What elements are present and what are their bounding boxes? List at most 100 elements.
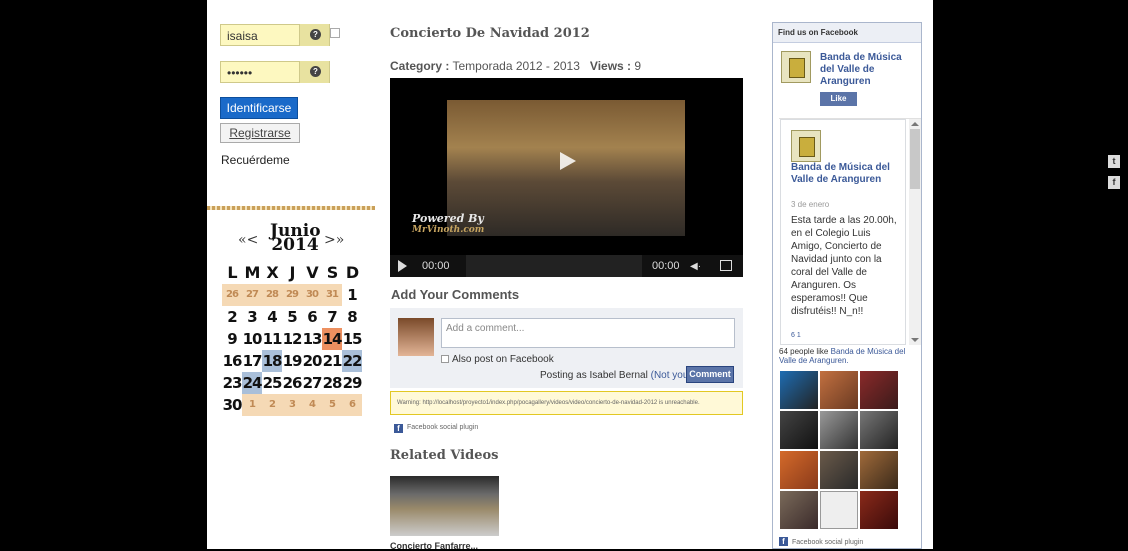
fan-avatar[interactable] <box>860 491 898 529</box>
calendar-day-today[interactable]: 14 <box>322 328 342 350</box>
play-icon[interactable] <box>398 260 407 272</box>
calendar-day[interactable]: 11 <box>262 328 283 350</box>
comments-heading: Add Your Comments <box>391 287 520 302</box>
calendar-day[interactable]: 12 <box>282 328 303 350</box>
scroll-down-icon[interactable] <box>911 338 919 342</box>
also-post-checkbox[interactable] <box>441 355 449 363</box>
calendar-day[interactable]: 3 <box>282 394 302 416</box>
calendar-day[interactable]: 2 <box>222 306 242 328</box>
fan-avatar[interactable] <box>780 411 818 449</box>
fullscreen-icon[interactable] <box>720 260 732 271</box>
calendar-day[interactable]: 21 <box>322 350 343 372</box>
calendar-day[interactable]: 4 <box>302 394 322 416</box>
calendar-day[interactable]: 29 <box>342 372 363 394</box>
calendar-day[interactable]: 7 <box>322 306 342 328</box>
calendar-day[interactable]: 16 <box>222 350 243 372</box>
calendar-day-event[interactable]: 18 <box>262 350 282 372</box>
post-date[interactable]: 3 de enero <box>791 200 829 209</box>
calendar-day[interactable]: 30 <box>222 394 243 416</box>
remember-checkbox-top[interactable] <box>330 28 340 38</box>
current-time: 00:00 <box>422 260 450 272</box>
watermark-url: MrVinoth.com <box>412 225 485 235</box>
page-logo[interactable] <box>781 51 811 83</box>
calendar-day[interactable]: 31 <box>322 284 342 306</box>
calendar-day[interactable]: 27 <box>242 284 262 306</box>
post-reactions[interactable]: 6 1 <box>791 332 801 339</box>
scroll-up-icon[interactable] <box>911 122 919 126</box>
fan-avatar[interactable] <box>860 451 898 489</box>
calendar-day[interactable]: 1 <box>342 284 362 306</box>
feed-post: Banda de Música del Valle de Aranguren 3… <box>780 119 906 345</box>
fb-comment-box: Add a comment... Also post on Facebook P… <box>390 308 743 388</box>
calendar-day[interactable]: 23 <box>222 372 243 394</box>
also-post-option[interactable]: Also post on Facebook <box>441 354 554 365</box>
post-author-logo[interactable] <box>791 130 821 162</box>
calendar-day[interactable]: 3 <box>242 306 262 328</box>
calendar-day[interactable]: 9 <box>222 328 242 350</box>
comment-input[interactable]: Add a comment... <box>441 318 735 348</box>
calendar-day[interactable]: 29 <box>282 284 302 306</box>
calendar-day-event[interactable]: 24 <box>242 372 262 394</box>
calendar-day[interactable]: 13 <box>302 328 323 350</box>
calendar-day[interactable]: 20 <box>302 350 323 372</box>
calendar-day[interactable]: 2 <box>262 394 282 416</box>
calendar-day[interactable]: 28 <box>322 372 343 394</box>
volume-icon[interactable]: ◀· <box>690 261 701 272</box>
page-name-link[interactable]: Banda de Música del Valle de Aranguren <box>820 52 918 88</box>
fan-avatar[interactable] <box>780 491 818 529</box>
fan-avatar[interactable] <box>820 371 858 409</box>
calendar-day[interactable]: 1 <box>242 394 262 416</box>
calendar-day[interactable]: 5 <box>282 306 302 328</box>
calendar-year: 2014 <box>271 235 319 255</box>
calendar-next-button[interactable]: >» <box>324 232 344 248</box>
fan-avatar[interactable] <box>780 371 818 409</box>
comment-button[interactable]: Comment <box>686 366 734 383</box>
fans-count: 64 people like Banda de Música del Valle… <box>779 347 921 365</box>
calendar-day[interactable]: 26 <box>282 372 303 394</box>
calendar-day[interactable]: 10 <box>242 328 263 350</box>
post-author[interactable]: Banda de Música del Valle de Aranguren <box>791 162 891 186</box>
fan-avatar[interactable] <box>820 491 858 529</box>
like-button[interactable]: Like <box>820 92 857 106</box>
login-button[interactable]: Identificarse <box>220 97 298 119</box>
seek-bar[interactable] <box>466 255 642 277</box>
fan-avatar[interactable] <box>860 411 898 449</box>
video-player[interactable]: Powered By MrVinoth.com 00:00 00:00 ◀· <box>390 78 743 277</box>
fan-avatar[interactable] <box>820 451 858 489</box>
calendar-prev-button[interactable]: «< <box>238 232 258 248</box>
register-button[interactable]: Registrarse <box>220 123 300 143</box>
fb-plugin-label: f Facebook social plugin <box>779 537 863 546</box>
calendar-day[interactable]: 6 <box>342 394 362 416</box>
fan-avatar[interactable] <box>780 451 818 489</box>
fan-avatar[interactable] <box>820 411 858 449</box>
calendar-day[interactable]: 15 <box>342 328 363 350</box>
calendar-day[interactable]: 30 <box>302 284 322 306</box>
calendar-day[interactable]: 8 <box>342 306 362 328</box>
related-video-caption[interactable]: Concierto Fanfarre... <box>390 541 478 551</box>
twitter-share-icon[interactable]: t <box>1108 155 1120 168</box>
username-field[interactable]: isaisa ? <box>220 24 330 46</box>
watermark: Powered By MrVinoth.com <box>412 212 484 235</box>
related-video-thumbnail[interactable] <box>390 476 499 536</box>
calendar-day[interactable]: 5 <box>322 394 342 416</box>
calendar-day[interactable]: 25 <box>262 372 283 394</box>
password-field[interactable]: •••••• ? <box>220 61 330 83</box>
calendar-day-event[interactable]: 22 <box>342 350 362 372</box>
feed-scrollbar[interactable] <box>909 119 921 345</box>
post-text: Esta tarde a las 20.00h, en el Colegio L… <box>791 215 897 317</box>
username-hint[interactable]: ? <box>299 24 329 46</box>
calendar-day[interactable]: 27 <box>302 372 323 394</box>
calendar-day[interactable]: 19 <box>282 350 303 372</box>
facebook-share-icon[interactable]: f <box>1108 176 1120 189</box>
calendar-day[interactable]: 26 <box>222 284 242 306</box>
calendar-day[interactable]: 6 <box>302 306 322 328</box>
password-hint[interactable]: ? <box>299 61 329 83</box>
question-icon: ? <box>310 66 321 77</box>
calendar-day[interactable]: 17 <box>242 350 263 372</box>
calendar-day[interactable]: 4 <box>262 306 282 328</box>
scroll-thumb[interactable] <box>910 129 920 189</box>
fan-avatar[interactable] <box>860 371 898 409</box>
calendar-day[interactable]: 28 <box>262 284 282 306</box>
play-overlay-icon[interactable] <box>556 150 578 172</box>
decorative-divider <box>207 206 375 210</box>
